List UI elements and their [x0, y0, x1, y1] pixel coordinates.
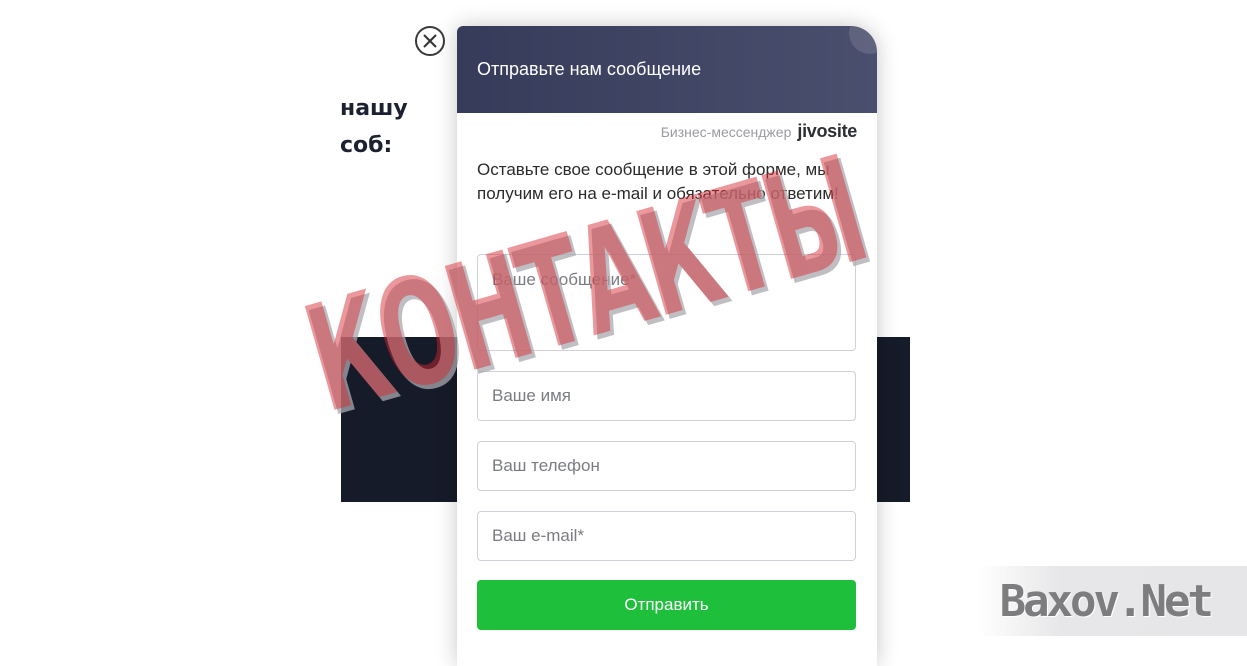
brand-row: Бизнес-мессенджер jivosite — [660, 121, 858, 142]
intro-text: Оставьте свое сообщение в этой форме, мы… — [477, 160, 839, 203]
background-page-text: нашу соб: — [340, 90, 408, 164]
jivosite-logo-text: jivosite — [797, 121, 857, 141]
watermark-text: Baxov.Net — [999, 575, 1214, 627]
brand-caption: Бизнес-мессенджер — [660, 123, 792, 140]
jivosite-logo[interactable]: jivosite — [797, 121, 857, 142]
background-text-line-1: нашу — [340, 96, 408, 121]
email-field[interactable] — [477, 511, 856, 561]
phone-field[interactable] — [477, 441, 856, 491]
close-icon — [423, 34, 437, 48]
name-field[interactable] — [477, 371, 856, 421]
header-corner-decoration — [849, 26, 877, 54]
watermark: Baxov.Net — [978, 566, 1247, 636]
chat-widget: Отправьте нам сообщение Бизнес-мессендже… — [457, 26, 877, 666]
widget-title: Отправьте нам сообщение — [477, 59, 702, 79]
close-button[interactable] — [415, 26, 445, 56]
widget-header: Отправьте нам сообщение — [457, 26, 877, 113]
background-text-line-2: соб: — [340, 133, 393, 158]
message-field[interactable] — [477, 254, 856, 351]
send-button[interactable]: Отправить — [477, 580, 856, 630]
